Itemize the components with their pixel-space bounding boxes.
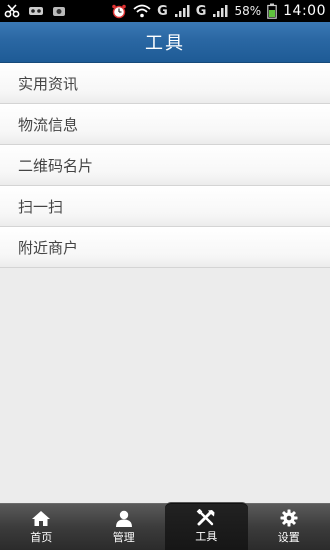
network-type-label: G: [195, 3, 207, 19]
list-item-label: 二维码名片: [18, 156, 94, 175]
tool-menu-list: 实用资讯 物流信息 二维码名片 扫一扫 附近商户: [0, 63, 330, 268]
tab-tools[interactable]: 工具: [165, 502, 248, 550]
signal-icon: [212, 4, 228, 18]
tools-icon: [196, 509, 216, 526]
scissors-icon: [4, 4, 20, 18]
app-screen: G G 58% 14:00 工具 实用资讯 物流信息 二维码名片 扫一扫 附近商…: [0, 0, 330, 550]
status-bar: G G 58% 14:00: [0, 0, 330, 22]
tab-label: 设置: [277, 531, 300, 544]
list-item-label: 物流信息: [18, 115, 79, 134]
list-item-label: 扫一扫: [18, 197, 64, 216]
list-item-qr-business-card[interactable]: 二维码名片: [0, 145, 330, 186]
camera-icon: [52, 5, 66, 17]
gear-icon: [280, 509, 298, 527]
battery-icon: [267, 3, 277, 19]
tab-label: 管理: [112, 530, 135, 544]
bottom-tab-bar: 首页 管理 工具 设置: [0, 502, 330, 550]
battery-percent: 58%: [234, 4, 262, 18]
tab-label: 工具: [195, 530, 218, 543]
wifi-icon: [133, 4, 151, 18]
clock-time: 14:00: [283, 3, 326, 19]
list-item-scan[interactable]: 扫一扫: [0, 186, 330, 227]
status-bar-system: G G 58% 14:00: [111, 3, 326, 19]
home-icon: [31, 510, 51, 527]
list-item-practical-news[interactable]: 实用资讯: [0, 63, 330, 104]
title-bar: 工具: [0, 22, 330, 63]
page-title: 工具: [145, 33, 185, 54]
tab-settings[interactable]: 设置: [248, 504, 330, 550]
list-item-nearby-merchants[interactable]: 附近商户: [0, 227, 330, 268]
status-bar-notifications: [4, 4, 66, 18]
tab-label: 首页: [30, 530, 53, 544]
signal-icon: [174, 4, 190, 18]
user-icon: [115, 510, 133, 527]
list-item-label: 附近商户: [18, 238, 79, 257]
network-type-label: G: [157, 3, 168, 19]
list-item-logistics-info[interactable]: 物流信息: [0, 104, 330, 145]
list-item-label: 实用资讯: [18, 74, 79, 93]
tab-manage[interactable]: 管理: [83, 504, 166, 550]
tape-icon: [28, 5, 44, 17]
alarm-icon: [111, 3, 127, 19]
tab-home[interactable]: 首页: [0, 504, 83, 550]
